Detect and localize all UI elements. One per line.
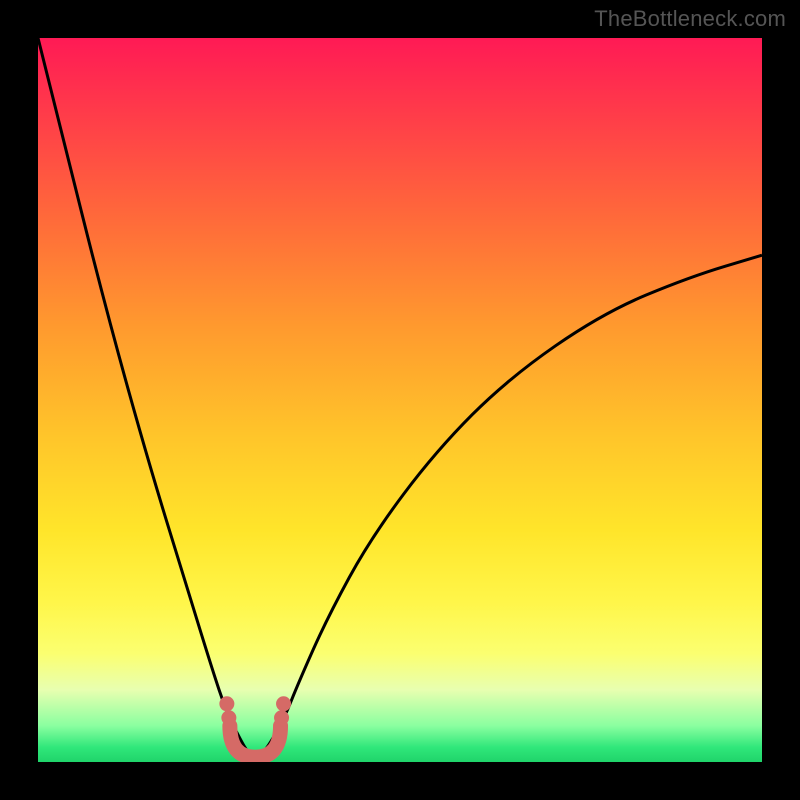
bottleneck-curve-right xyxy=(255,255,762,756)
chart-frame: TheBottleneck.com xyxy=(0,0,800,800)
watermark-text: TheBottleneck.com xyxy=(594,6,786,32)
curve-svg xyxy=(38,38,762,762)
bottleneck-curve-left xyxy=(38,38,255,756)
plot-area xyxy=(38,38,762,762)
marker-dot xyxy=(219,696,234,711)
marker-dot xyxy=(274,710,289,725)
marker-dot xyxy=(221,710,236,725)
optimal-zone-marker xyxy=(230,726,281,757)
marker-dot xyxy=(276,696,291,711)
